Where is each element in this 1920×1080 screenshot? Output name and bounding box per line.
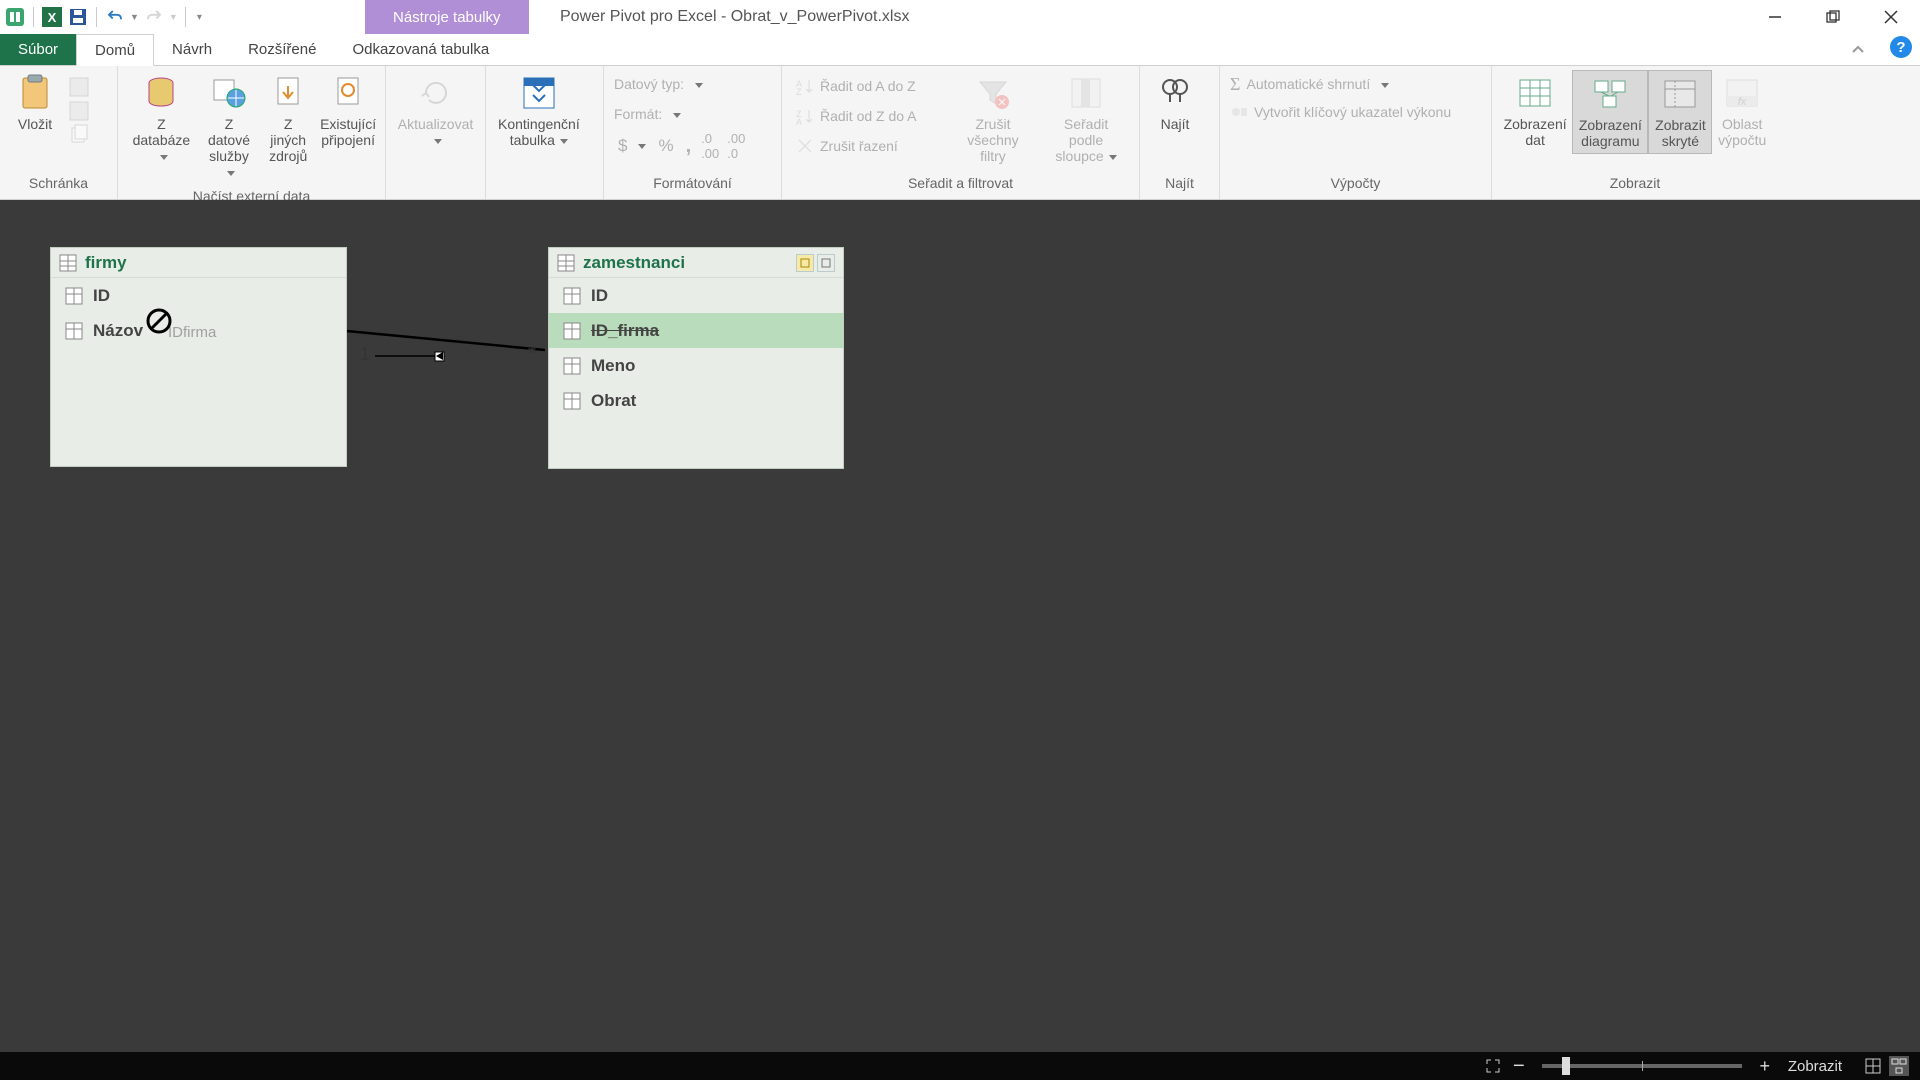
sort-asc-button: AZŘadit od A do Z xyxy=(792,72,943,100)
copy-icon[interactable] xyxy=(68,124,90,146)
window-title: Power Pivot pro Excel - Obrat_v_PowerPiv… xyxy=(560,0,909,34)
redo-icon[interactable] xyxy=(143,6,165,28)
diagram-canvas[interactable]: 1 * firmy ID Názov zamestnanci xyxy=(0,200,1920,1052)
field-row[interactable]: ID xyxy=(549,278,843,313)
column-icon xyxy=(563,287,581,305)
grid-view-icon[interactable] xyxy=(1863,1056,1883,1076)
collapse-ribbon-icon[interactable] xyxy=(1842,34,1874,66)
column-icon xyxy=(563,357,581,375)
zoom-slider[interactable] xyxy=(1542,1064,1742,1068)
tab-linked-table[interactable]: Odkazovaná tabulka xyxy=(334,34,507,65)
status-bar: − + Zobrazit xyxy=(0,1052,1920,1080)
svg-text:fx: fx xyxy=(1738,96,1747,108)
field-row[interactable]: Obrat xyxy=(549,383,843,418)
minimize-button[interactable] xyxy=(1746,0,1804,34)
zoom-in-icon[interactable]: + xyxy=(1755,1056,1775,1076)
maximize-button[interactable] xyxy=(1804,0,1862,34)
zoom-out-icon[interactable]: − xyxy=(1509,1056,1529,1076)
format-dropdown: Formát: xyxy=(610,100,775,128)
data-type-dropdown: Datový typ: xyxy=(610,70,775,98)
diagram-view-button[interactable]: Zobrazení diagramu xyxy=(1572,70,1648,154)
paste-replace-icon[interactable] xyxy=(68,100,90,122)
table-name: firmy xyxy=(85,253,127,273)
maximize-table-icon[interactable] xyxy=(817,254,835,272)
view-label: Zobrazit xyxy=(1788,1058,1842,1075)
group-sort-filter-label: Seřadit a filtrovat xyxy=(782,175,1139,199)
qat-customize-icon[interactable]: ▾ xyxy=(193,12,206,23)
show-hidden-button[interactable]: Zobrazit skryté xyxy=(1648,70,1712,154)
tab-design[interactable]: Návrh xyxy=(154,34,230,65)
paste-append-icon[interactable] xyxy=(68,76,90,98)
svg-text:*: * xyxy=(528,343,536,365)
data-view-button[interactable]: Zobrazení dat xyxy=(1498,70,1572,152)
ribbon-tabs: Súbor Domů Návrh Rozšířené Odkazovaná ta… xyxy=(0,34,1920,66)
field-row[interactable]: ID xyxy=(51,278,346,313)
table-icon xyxy=(59,254,77,272)
column-icon xyxy=(563,392,581,410)
paste-button[interactable]: Vložit xyxy=(6,70,64,136)
field-row[interactable]: Názov xyxy=(51,313,346,348)
help-icon[interactable]: ? xyxy=(1890,36,1912,58)
existing-connections-button[interactable]: Existující připojení xyxy=(317,70,379,152)
table-name: zamestnanci xyxy=(583,253,685,273)
decrease-decimal-icon: .00.0 xyxy=(725,132,747,160)
group-formatting-label: Formátování xyxy=(604,175,781,199)
svg-text:X: X xyxy=(48,10,57,25)
contextual-tab-header: Nástroje tabulky xyxy=(365,0,529,34)
save-icon[interactable] xyxy=(67,6,89,28)
from-other-sources-button[interactable]: Z jiných zdrojů xyxy=(259,70,317,168)
table-zamestnanci[interactable]: zamestnanci ID ID_firma Meno Obrat xyxy=(548,247,844,469)
table-icon xyxy=(557,254,575,272)
undo-icon[interactable] xyxy=(104,6,126,28)
column-icon xyxy=(65,322,83,340)
from-database-button[interactable]: Z databáze xyxy=(124,70,199,168)
group-clipboard-label: Schránka xyxy=(0,175,117,199)
title-bar: X ▼ ▼ ▾ Nástroje tabulky Power Pivot pro… xyxy=(0,0,1920,34)
from-data-service-button[interactable]: Z datové služby xyxy=(199,70,259,184)
table-firmy[interactable]: firmy ID Názov xyxy=(50,247,347,467)
refresh-button: Aktualizovat xyxy=(392,70,479,152)
svg-text:A: A xyxy=(796,117,802,125)
svg-text:1: 1 xyxy=(360,344,370,364)
column-icon xyxy=(65,287,83,305)
percent-format-icon: % xyxy=(654,132,677,160)
fit-to-screen-icon[interactable] xyxy=(1483,1056,1503,1076)
find-button[interactable]: Najít xyxy=(1146,70,1204,136)
clear-sort-button: Zrušit řazení xyxy=(792,132,943,160)
excel-icon[interactable]: X xyxy=(41,6,63,28)
currency-format-icon: $ xyxy=(614,132,650,160)
clear-all-filters-button: Zrušit všechny filtry xyxy=(947,70,1039,168)
column-icon xyxy=(563,322,581,340)
create-kpi-button: Vytvořit klíčový ukazatel výkonu xyxy=(1226,98,1485,126)
field-row[interactable]: Meno xyxy=(549,348,843,383)
group-find-label: Najít xyxy=(1140,175,1219,199)
autosum-button: ΣAutomatické shrnutí xyxy=(1226,70,1485,98)
tab-advanced[interactable]: Rozšířené xyxy=(230,34,334,65)
powerpivot-app-icon xyxy=(4,6,26,28)
sort-by-column-button: Seřadit podle sloupce xyxy=(1039,70,1133,168)
restore-icon[interactable] xyxy=(796,254,814,272)
increase-decimal-icon: .0.00 xyxy=(699,132,721,160)
close-button[interactable] xyxy=(1862,0,1920,34)
group-view-label: Zobrazit xyxy=(1492,175,1778,199)
tab-file[interactable]: Súbor xyxy=(0,34,76,65)
diagram-view-icon[interactable] xyxy=(1889,1056,1909,1076)
comma-format-icon: , xyxy=(682,132,696,160)
group-calc-label: Výpočty xyxy=(1220,175,1491,199)
svg-text:Z: Z xyxy=(796,87,802,95)
ribbon: Vložit Schránka Z databáze Z datové služ… xyxy=(0,66,1920,200)
pivot-table-button[interactable]: Kontingenční tabulka xyxy=(492,70,586,152)
field-row[interactable]: ID_firma xyxy=(549,313,843,348)
tab-home[interactable]: Domů xyxy=(76,34,154,66)
calc-area-button: fx Oblast výpočtu xyxy=(1712,70,1772,152)
sort-desc-button: ZAŘadit od Z do A xyxy=(792,102,943,130)
